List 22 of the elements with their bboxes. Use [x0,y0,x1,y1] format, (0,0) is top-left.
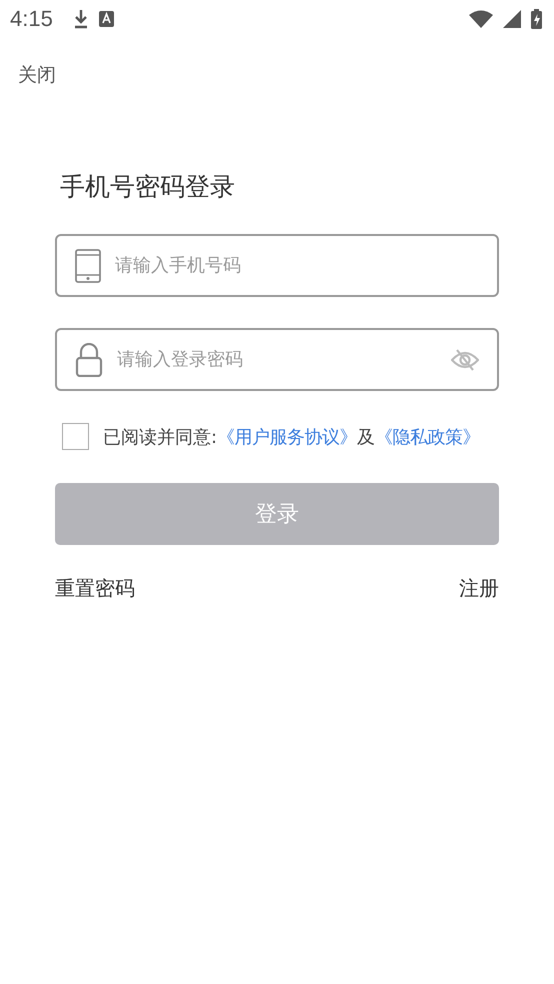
terms-link[interactable]: 《用户服务协议》 [217,424,358,448]
password-field[interactable]: 请输入登录密码 [55,328,499,391]
wifi-icon [469,10,493,28]
signal-icon [503,10,521,28]
agreement-checkbox[interactable] [62,423,89,450]
lock-icon [75,342,103,376]
phone-field[interactable]: 请输入手机号码 [55,234,499,297]
download-icon [72,9,89,29]
register-link[interactable]: 注册 [459,575,499,602]
agreement-text: 已阅读并同意: [103,426,218,448]
phone-input[interactable]: 请输入手机号码 [115,255,479,276]
privacy-link[interactable]: 《隐私政策》 [375,424,480,448]
battery-icon [531,9,542,29]
keyboard-app-icon [98,11,114,27]
status-time: 4:15 [10,6,53,32]
eye-slash-icon[interactable] [451,348,479,372]
conjunction-text: 及 [357,426,376,448]
reset-password-link[interactable]: 重置密码 [55,575,135,602]
close-button[interactable]: 关闭 [16,60,58,90]
phone-icon [75,248,101,282]
page-title: 手机号密码登录 [60,171,236,203]
password-input[interactable]: 请输入登录密码 [117,349,437,370]
